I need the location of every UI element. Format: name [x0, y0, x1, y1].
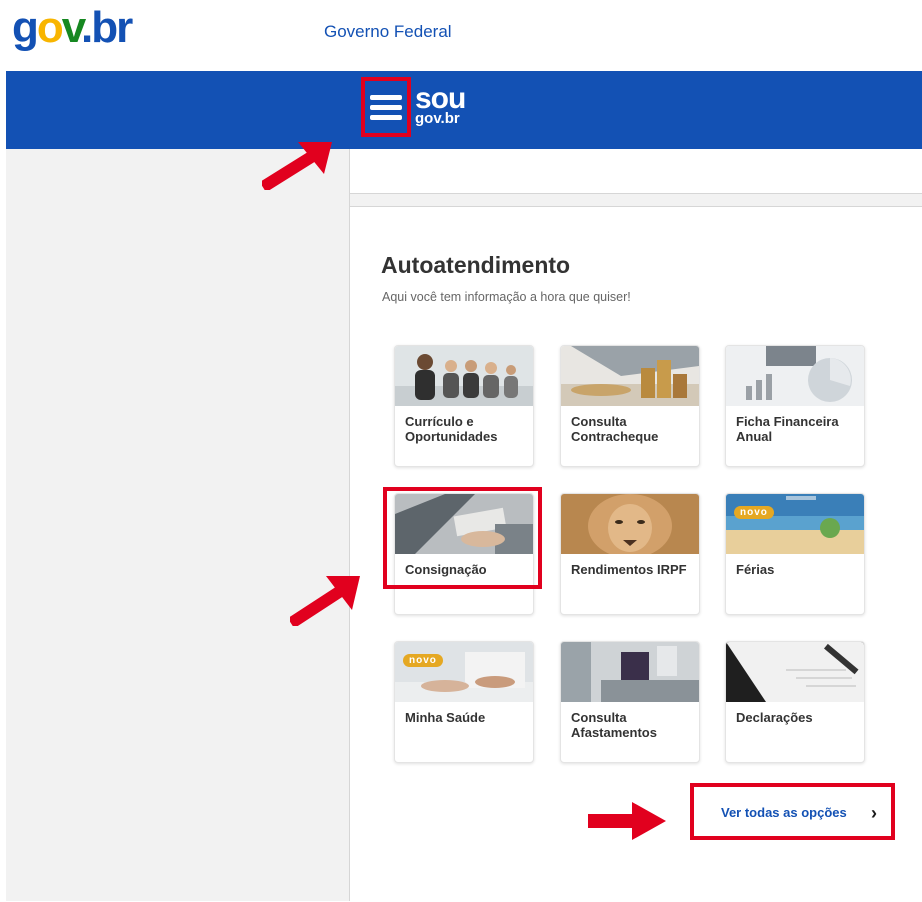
ver-todas-link[interactable]: Ver todas as opções — [721, 805, 847, 820]
card-declaracoes[interactable]: Declarações — [725, 641, 865, 763]
card-label: Consulta Afastamentos — [571, 710, 657, 740]
content-top-strip — [350, 149, 922, 194]
calculator-chart-photo-icon — [726, 346, 864, 406]
card-rendimentos-irpf[interactable]: Rendimentos IRPF — [560, 493, 700, 615]
card-contracheque[interactable]: Consulta Contracheque — [560, 345, 700, 467]
people-photo-icon — [395, 346, 533, 406]
lion-photo-icon — [561, 494, 699, 554]
card-label: Currículo e Oportunidades — [405, 414, 498, 444]
governo-federal-label: Governo Federal — [324, 22, 452, 41]
novo-badge: novo — [403, 654, 443, 667]
beach-photo-icon: novo — [726, 494, 864, 554]
page-subtitle: Aqui você tem informação a hora que quis… — [382, 290, 631, 304]
card-label: Declarações — [736, 710, 813, 725]
coins-photo-icon — [561, 346, 699, 406]
signing-document-photo-icon — [726, 642, 864, 702]
card-ferias[interactable]: novo Férias — [725, 493, 865, 615]
red-arrow-icon — [588, 802, 666, 840]
card-consignacao[interactable]: Consignação — [394, 493, 534, 615]
chevron-right-icon[interactable]: › — [871, 803, 877, 824]
card-label: Rendimentos IRPF — [571, 562, 687, 577]
handshake-photo-icon — [395, 494, 533, 554]
sidebar — [6, 149, 349, 901]
red-arrow-icon — [290, 576, 360, 626]
card-label: Minha Saúde — [405, 710, 486, 725]
sougovbr-logo[interactable]: sou gov.br — [415, 84, 466, 127]
card-label: Consulta Contracheque — [571, 414, 659, 444]
office-chair-photo-icon — [561, 642, 699, 702]
card-label: Consignação — [405, 562, 487, 577]
content-gap — [350, 194, 922, 206]
card-label: Ficha Financeira Anual — [736, 414, 839, 444]
card-minha-saude[interactable]: novo Minha Saúde — [394, 641, 534, 763]
novo-badge: novo — [734, 506, 774, 519]
card-ficha-financeira[interactable]: Ficha Financeira Anual — [725, 345, 865, 467]
red-arrow-icon — [262, 142, 332, 190]
hamburger-menu-icon[interactable] — [361, 77, 411, 137]
card-curriculo[interactable]: Currículo e Oportunidades — [394, 345, 534, 467]
doctor-photo-icon: novo — [395, 642, 533, 702]
card-label: Férias — [736, 562, 775, 577]
page-title: Autoatendimento — [381, 252, 571, 278]
card-consulta-afastamentos[interactable]: Consulta Afastamentos — [560, 641, 700, 763]
govbr-logo[interactable]: gov.br — [12, 6, 133, 50]
